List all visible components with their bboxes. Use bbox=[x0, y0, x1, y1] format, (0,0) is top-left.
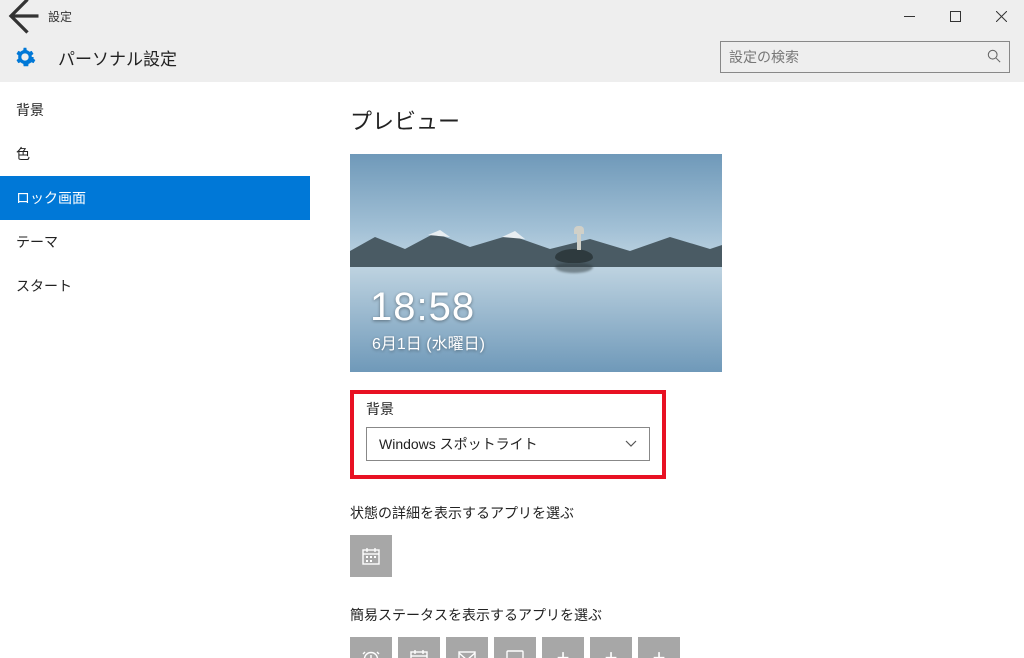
calendar-icon bbox=[361, 546, 381, 566]
lock-screen-preview: 18:58 6月1日 (水曜日) bbox=[350, 154, 722, 372]
header: パーソナル設定 bbox=[0, 32, 1024, 82]
title-bar: 設定 bbox=[0, 0, 1024, 32]
preview-island bbox=[555, 249, 593, 263]
quick-status-apps: + + + bbox=[350, 637, 984, 658]
calendar-icon bbox=[409, 648, 429, 658]
quick-status-app-4[interactable] bbox=[494, 637, 536, 658]
quick-status-app-3[interactable] bbox=[446, 637, 488, 658]
preview-time: 18:58 bbox=[370, 285, 475, 330]
quick-status-add-6[interactable]: + bbox=[590, 637, 632, 658]
quick-status-add-5[interactable]: + bbox=[542, 637, 584, 658]
plus-icon: + bbox=[605, 645, 618, 658]
close-icon bbox=[996, 11, 1007, 22]
quick-status-label: 簡易ステータスを表示するアプリを選ぶ bbox=[350, 605, 984, 625]
detailed-status-label: 状態の詳細を表示するアプリを選ぶ bbox=[350, 503, 984, 523]
detailed-status-apps bbox=[350, 535, 984, 577]
search-box[interactable] bbox=[720, 41, 1010, 73]
quick-status-app-1[interactable] bbox=[350, 637, 392, 658]
window-title: 設定 bbox=[44, 8, 72, 25]
background-dropdown-value: Windows スポットライト bbox=[379, 434, 538, 454]
preview-heading: プレビュー bbox=[350, 104, 984, 136]
search-icon bbox=[987, 49, 1001, 66]
chevron-down-icon bbox=[625, 436, 637, 452]
preview-tower bbox=[577, 232, 581, 250]
arrow-left-icon bbox=[0, 0, 44, 38]
close-button[interactable] bbox=[978, 0, 1024, 32]
sidebar-item-label: ロック画面 bbox=[16, 188, 86, 208]
sidebar-item-start[interactable]: スタート bbox=[0, 264, 310, 308]
sidebar-item-label: 背景 bbox=[16, 100, 44, 120]
sidebar-item-themes[interactable]: テーマ bbox=[0, 220, 310, 264]
maximize-button[interactable] bbox=[932, 0, 978, 32]
gear-icon bbox=[14, 46, 36, 68]
plus-icon: + bbox=[557, 645, 570, 658]
sidebar-item-colors[interactable]: 色 bbox=[0, 132, 310, 176]
quick-status-add-7[interactable]: + bbox=[638, 637, 680, 658]
sidebar-item-background[interactable]: 背景 bbox=[0, 88, 310, 132]
sidebar-item-label: スタート bbox=[16, 276, 72, 296]
preview-mountains bbox=[350, 227, 722, 267]
mail-icon bbox=[457, 648, 477, 658]
alarm-icon bbox=[361, 648, 381, 658]
back-button[interactable] bbox=[0, 0, 44, 32]
background-label: 背景 bbox=[366, 399, 650, 419]
content: プレビュー 18:58 6月1日 (水曜日) 背景 Windows スポットライ… bbox=[310, 82, 1024, 658]
sidebar: 背景 色 ロック画面 テーマ スタート bbox=[0, 82, 310, 658]
sidebar-item-label: テーマ bbox=[16, 232, 58, 252]
window-controls bbox=[886, 0, 1024, 32]
background-dropdown[interactable]: Windows スポットライト bbox=[366, 427, 650, 461]
page-title: パーソナル設定 bbox=[58, 45, 177, 70]
sidebar-item-label: 色 bbox=[16, 144, 30, 164]
preview-date: 6月1日 (水曜日) bbox=[372, 330, 485, 354]
plus-icon: + bbox=[653, 645, 666, 658]
minimize-icon bbox=[904, 11, 915, 22]
minimize-button[interactable] bbox=[886, 0, 932, 32]
detailed-status-app-1[interactable] bbox=[350, 535, 392, 577]
quick-status-app-2[interactable] bbox=[398, 637, 440, 658]
background-setting-highlight: 背景 Windows スポットライト bbox=[350, 390, 666, 479]
message-icon bbox=[505, 648, 525, 658]
search-input[interactable] bbox=[729, 49, 987, 65]
maximize-icon bbox=[950, 11, 961, 22]
sidebar-item-lock-screen[interactable]: ロック画面 bbox=[0, 176, 310, 220]
body: 背景 色 ロック画面 テーマ スタート プレビュー bbox=[0, 82, 1024, 658]
